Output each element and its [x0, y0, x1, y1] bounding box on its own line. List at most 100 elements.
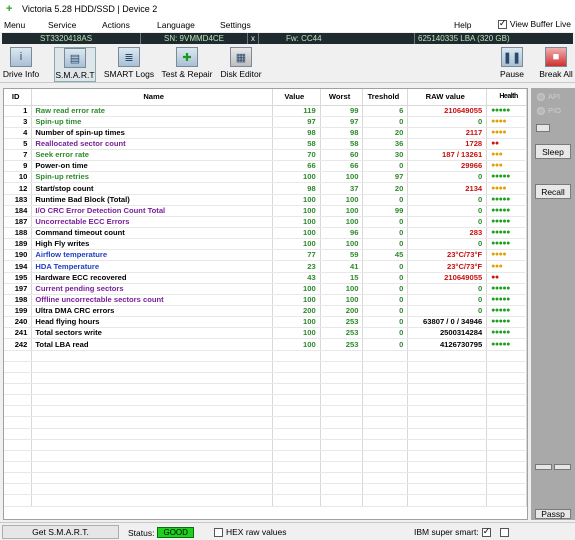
- table-row[interactable]: 242 Total LBA read 100 253 0 4126730795 ●●●●●: [4, 338, 527, 351]
- small-slot-right[interactable]: [554, 464, 571, 470]
- table-row[interactable]: 190 Airflow temperature 77 59 45 23°C/73°F ●●●…: [4, 249, 527, 262]
- row-raw: 2500314284: [407, 327, 488, 340]
- table-row[interactable]: 189 High Fly writes 100 100 0 0 ●●●●●: [4, 238, 527, 251]
- ibm-super-smart-toggle[interactable]: IBM super smart:: [414, 526, 509, 537]
- row-threshold: 0: [362, 160, 409, 173]
- empty-cell: [320, 461, 364, 474]
- get-smart-button[interactable]: Get S.M.A.R.T.: [2, 525, 119, 539]
- api-radio[interactable]: API: [537, 92, 560, 101]
- table-row[interactable]: 188 Command timeout count 100 96 0 283 ●●●●●: [4, 227, 527, 240]
- passp-button[interactable]: Passp: [535, 509, 571, 519]
- table-row[interactable]: 195 Hardware ECC recovered 43 15 0 210649055 ●…: [4, 272, 527, 284]
- row-raw: 210649055: [407, 105, 488, 117]
- menu-actions[interactable]: Actions: [102, 20, 130, 30]
- empty-cell: [407, 361, 488, 373]
- row-worst: 58: [320, 138, 364, 151]
- row-health: ●●●●●: [486, 205, 527, 217]
- hex-raw-toggle[interactable]: HEX raw values: [214, 527, 286, 537]
- empty-cell: [31, 383, 273, 396]
- table-row[interactable]: 10 Spin-up retries 100 100 97 0 ●●●●●: [4, 171, 527, 184]
- row-id: 242: [4, 338, 33, 351]
- menu-settings[interactable]: Settings: [220, 20, 251, 30]
- table-row[interactable]: 12 Start/stop count 98 37 20 2134 ●●●●: [4, 182, 527, 195]
- table-row[interactable]: 7 Seek error rate 70 60 30 187 / 13261 ●●●: [4, 149, 527, 162]
- logs-icon: ≣: [118, 47, 140, 67]
- empty-cell: [407, 439, 488, 451]
- empty-cell: [31, 494, 273, 507]
- small-indicator[interactable]: [536, 124, 550, 132]
- row-worst: 100: [320, 238, 364, 251]
- table-row[interactable]: 3 Spin-up time 97 97 0 0 ●●●●: [4, 116, 527, 128]
- break-all-button[interactable]: ■ Break All: [539, 47, 573, 82]
- col-worst-header[interactable]: Worst: [320, 89, 364, 106]
- empty-cell: [272, 350, 321, 362]
- col-value-header[interactable]: Value: [272, 89, 321, 106]
- empty-cell: [362, 450, 409, 463]
- recall-button[interactable]: Recall: [535, 184, 571, 199]
- sleep-button[interactable]: Sleep: [535, 144, 571, 159]
- table-row[interactable]: 5 Reallocated sector count 58 58 36 1728 ●●: [4, 138, 527, 151]
- row-value: 97: [272, 116, 321, 128]
- view-buffer-checkbox[interactable]: [497, 18, 507, 29]
- col-id-header[interactable]: ID: [4, 89, 33, 106]
- empty-cell: [320, 416, 364, 429]
- col-health-header[interactable]: Health: [486, 89, 527, 106]
- empty-cell: [31, 405, 273, 418]
- row-threshold: 0: [362, 338, 409, 351]
- pause-button[interactable]: ❚❚ Pause: [498, 47, 526, 82]
- empty-cell: [407, 472, 488, 485]
- menu-language[interactable]: Language: [157, 20, 195, 30]
- row-threshold: 0: [362, 316, 409, 329]
- empty-cell: [320, 372, 364, 385]
- table-row[interactable]: 241 Total sectors write 100 253 0 2500314284 ●…: [4, 327, 527, 340]
- table-row[interactable]: 9 Power-on time 66 66 0 29966 ●●●: [4, 160, 527, 173]
- table-row[interactable]: 198 Offline uncorrectable sectors count 10…: [4, 294, 527, 307]
- menu-service[interactable]: Service: [48, 20, 76, 30]
- table-row[interactable]: 184 I/O CRC Error Detection Count Total 10…: [4, 205, 527, 217]
- device-bar[interactable]: ST3320418AS SN: 9VMMD4CE x Fw: CC44 6251…: [2, 33, 573, 44]
- test-repair-button[interactable]: ✚ Test & Repair: [161, 47, 213, 82]
- extra-checkbox[interactable]: [499, 527, 509, 537]
- row-name: Seek error rate: [31, 149, 273, 162]
- col-raw-header[interactable]: RAW value: [407, 89, 488, 106]
- table-row[interactable]: 187 Uncorrectable ECC Errors 100 100 0 0 ●●●●●: [4, 216, 527, 229]
- table-row[interactable]: 199 Ultra DMA CRC errors 200 200 0 0 ●●●●●: [4, 305, 527, 318]
- divider: [247, 33, 248, 44]
- pio-radio[interactable]: PIO: [537, 106, 561, 115]
- empty-cell: [407, 405, 488, 418]
- hex-raw-checkbox[interactable]: [214, 527, 223, 537]
- smart-tab-button[interactable]: ▤ S.M.A.R.T: [54, 47, 96, 82]
- hex-raw-label: HEX raw values: [226, 527, 287, 537]
- disk-editor-button[interactable]: ▦ Disk Editor: [220, 47, 262, 82]
- row-threshold: 0: [362, 238, 409, 251]
- smart-logs-button[interactable]: ≣ SMART Logs: [104, 47, 154, 82]
- table-row[interactable]: 183 Runtime Bad Block (Total) 100 100 0 0 ●●●●…: [4, 194, 527, 206]
- view-buffer-live-toggle[interactable]: View Buffer Live: [497, 18, 571, 29]
- row-worst: 96: [320, 227, 364, 240]
- ibm-super-smart-checkbox[interactable]: [481, 526, 491, 537]
- right-panel: API PIO Sleep Recall Passp: [531, 88, 575, 520]
- menu-help[interactable]: Help: [454, 20, 471, 30]
- table-row[interactable]: 1 Raw read error rate 119 99 6 210649055 ●●●●●: [4, 105, 527, 117]
- table-row[interactable]: 4 Number of spin-up times 98 98 20 2117 ●●●●: [4, 127, 527, 139]
- col-threshold-header[interactable]: Treshold: [362, 89, 409, 106]
- device-close-icon[interactable]: x: [251, 33, 255, 44]
- empty-cell: [486, 461, 527, 474]
- plus-icon: ✚: [176, 47, 198, 67]
- menu-menu[interactable]: Menu: [4, 20, 25, 30]
- row-id: 10: [4, 171, 33, 184]
- smart-table[interactable]: ID Name Value Worst Treshold RAW value H…: [3, 88, 528, 520]
- row-raw: 4126730795: [407, 338, 488, 351]
- row-health: ●●: [486, 138, 527, 151]
- empty-row: [4, 428, 527, 440]
- row-value: 119: [272, 105, 321, 117]
- col-name-header[interactable]: Name: [31, 89, 273, 106]
- row-worst: 253: [320, 316, 364, 329]
- table-row[interactable]: 197 Current pending sectors 100 100 0 0 ●●●●●: [4, 283, 527, 295]
- drive-info-button[interactable]: i Drive Info: [2, 47, 40, 82]
- table-row[interactable]: 240 Head flying hours 100 253 0 63807 / 0 / 3…: [4, 316, 527, 329]
- empty-cell: [362, 494, 409, 507]
- empty-cell: [320, 405, 364, 418]
- small-slot-left[interactable]: [535, 464, 552, 470]
- table-row[interactable]: 194 HDA Temperature 23 41 0 23°C/73°F ●●●: [4, 260, 527, 273]
